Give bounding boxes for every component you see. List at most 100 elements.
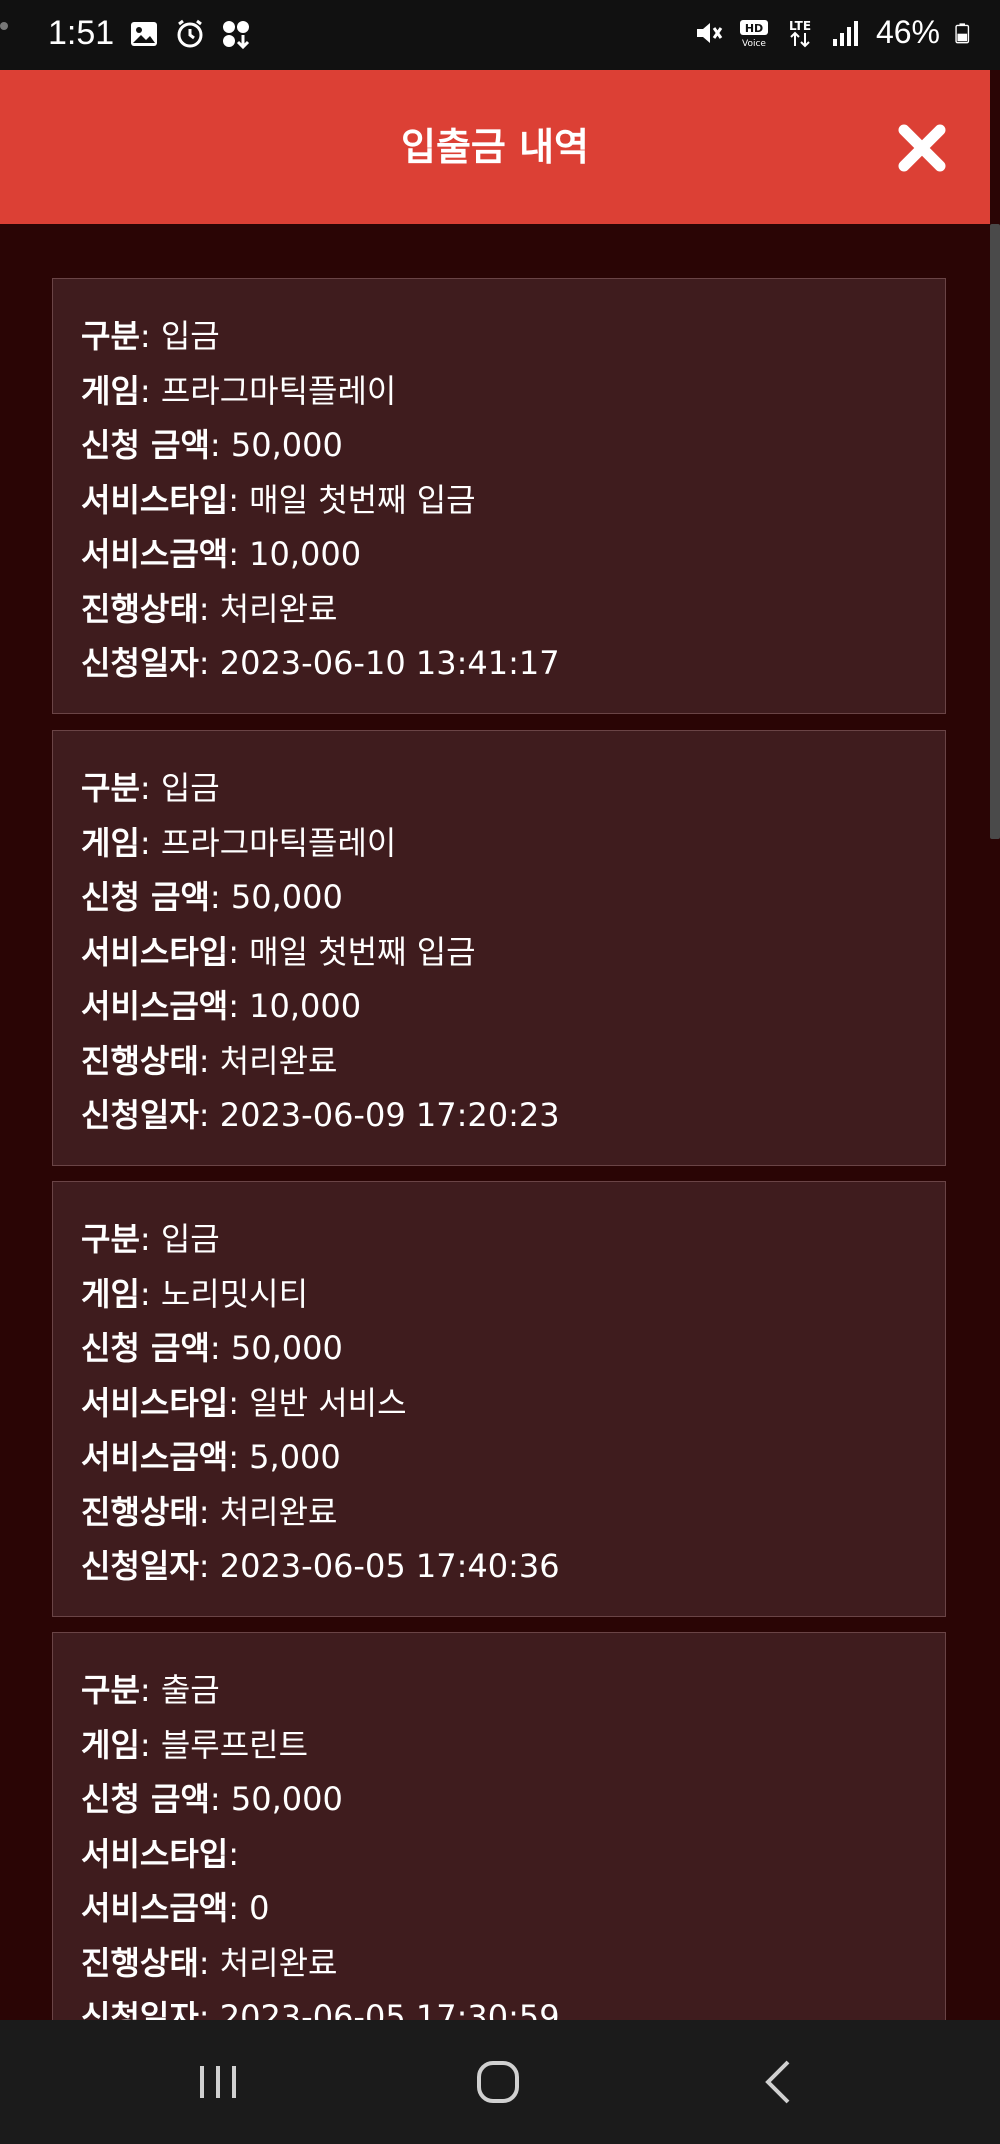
label-status: 진행상태 xyxy=(81,1492,199,1531)
transaction-list[interactable]: 구분: 입금 게임: 프라그마틱플레이 신청 금액: 50,000 서비스타입:… xyxy=(0,224,990,2020)
battery-icon xyxy=(955,22,970,43)
value-amount: 50,000 xyxy=(230,1329,343,1367)
label-date: 신청일자 xyxy=(81,644,199,682)
status-left: 1:51 xyxy=(34,14,252,53)
value-service-amount: 10,000 xyxy=(249,535,362,573)
value-game: 노리밋시티 xyxy=(160,1274,309,1313)
row-status: 진행상태: 처리완료 xyxy=(81,1041,338,1080)
row-service-type: 서비스타입: xyxy=(81,1834,239,1873)
close-icon[interactable] xyxy=(896,122,948,174)
home-icon[interactable] xyxy=(468,2052,528,2112)
value-game: 프라그마틱플레이 xyxy=(160,823,397,862)
alarm-icon xyxy=(177,19,203,47)
label-service-type: 서비스타입 xyxy=(81,480,229,519)
label-game: 게임 xyxy=(81,1274,140,1313)
label-service-amount: 서비스금액 xyxy=(81,1438,229,1476)
transaction-card: 구분: 입금 게임: 노리밋시티 신청 금액: 50,000 서비스타입: 일반… xyxy=(52,1181,946,1617)
value-amount: 50,000 xyxy=(230,878,343,916)
label-date: 신청일자 xyxy=(81,1096,199,1134)
value-amount: 50,000 xyxy=(230,1780,343,1818)
value-type: 입금 xyxy=(160,317,220,355)
transaction-card: 구분: 입금 게임: 프라그마틱플레이 신청 금액: 50,000 서비스타입:… xyxy=(52,730,946,1166)
value-status: 처리완료 xyxy=(219,1943,338,1982)
back-icon[interactable] xyxy=(750,2052,810,2112)
value-service-type: 매일 첫번째 입금 xyxy=(249,480,476,519)
label-amount: 신청 금액 xyxy=(81,426,210,464)
label-service-amount: 서비스금액 xyxy=(81,987,229,1025)
notification-dot xyxy=(0,22,8,30)
svg-text:LTE: LTE xyxy=(789,19,811,33)
value-game: 프라그마틱플레이 xyxy=(160,371,397,410)
row-status: 진행상태: 처리완료 xyxy=(81,1492,338,1531)
row-type: 구분: 출금 xyxy=(81,1671,220,1709)
label-status: 진행상태 xyxy=(81,1943,199,1982)
label-game: 게임 xyxy=(81,371,140,410)
row-game: 게임: 프라그마틱플레이 xyxy=(81,371,397,410)
svg-text:HD: HD xyxy=(745,22,763,35)
row-status: 진행상태: 처리완료 xyxy=(81,1943,338,1982)
transaction-card: 구분: 출금 게임: 블루프린트 신청 금액: 50,000 서비스타입: 서비… xyxy=(52,1632,946,2020)
label-service-type: 서비스타입 xyxy=(81,1383,229,1422)
row-amount: 신청 금액: 50,000 xyxy=(81,1329,343,1367)
row-game: 게임: 프라그마틱플레이 xyxy=(81,823,397,862)
scrollbar-thumb[interactable] xyxy=(990,224,1000,839)
row-service-amount: 서비스금액: 5,000 xyxy=(81,1438,341,1476)
image-icon xyxy=(131,21,158,46)
recents-icon[interactable] xyxy=(188,2052,248,2112)
value-service-type: 일반 서비스 xyxy=(249,1383,407,1422)
row-amount: 신청 금액: 50,000 xyxy=(81,426,343,464)
row-type: 구분: 입금 xyxy=(81,317,220,355)
row-game: 게임: 블루프린트 xyxy=(81,1725,309,1764)
value-type: 입금 xyxy=(160,769,220,807)
value-service-amount: 5,000 xyxy=(249,1438,341,1476)
label-date: 신청일자 xyxy=(81,1547,199,1585)
value-type: 출금 xyxy=(160,1671,220,1709)
value-date: 2023-06-05 17:40:36 xyxy=(219,1547,560,1585)
value-date: 2023-06-09 17:20:23 xyxy=(219,1096,560,1134)
label-type: 구분 xyxy=(81,1671,140,1709)
label-date: 신청일자 xyxy=(81,1998,199,2020)
row-service-amount: 서비스금액: 0 xyxy=(81,1889,270,1927)
label-game: 게임 xyxy=(81,823,140,862)
row-date: 신청일자: 2023-06-10 13:41:17 xyxy=(81,644,560,682)
value-status: 처리완료 xyxy=(219,1492,338,1531)
row-service-amount: 서비스금액: 10,000 xyxy=(81,535,362,573)
label-service-type: 서비스타입 xyxy=(81,932,229,971)
row-date: 신청일자: 2023-06-09 17:20:23 xyxy=(81,1096,560,1134)
label-service-amount: 서비스금액 xyxy=(81,535,229,573)
value-game: 블루프린트 xyxy=(160,1725,309,1764)
row-game: 게임: 노리밋시티 xyxy=(81,1274,309,1313)
row-service-amount: 서비스금액: 10,000 xyxy=(81,987,362,1025)
label-service-type: 서비스타입 xyxy=(81,1834,229,1873)
value-service-amount: 10,000 xyxy=(249,987,362,1025)
row-service-type: 서비스타입: 일반 서비스 xyxy=(81,1383,407,1422)
label-type: 구분 xyxy=(81,317,140,355)
hd-voice-icon: HD Voice xyxy=(739,19,768,49)
value-service-type: 매일 첫번째 입금 xyxy=(249,932,476,971)
label-status: 진행상태 xyxy=(81,1041,199,1080)
lte-icon: LTE xyxy=(789,19,811,47)
system-nav-bar xyxy=(0,2020,1000,2144)
app-notification-icon xyxy=(223,20,250,49)
row-service-type: 서비스타입: 매일 첫번째 입금 xyxy=(81,480,476,519)
signal-icon xyxy=(832,20,858,46)
row-date: 신청일자: 2023-06-05 17:30:59 xyxy=(81,1990,917,2020)
row-type: 구분: 입금 xyxy=(81,1220,220,1258)
value-date: 2023-06-10 13:41:17 xyxy=(219,644,560,682)
label-amount: 신청 금액 xyxy=(81,878,210,916)
mute-icon xyxy=(696,22,723,43)
value-service-amount: 0 xyxy=(249,1889,270,1927)
label-game: 게임 xyxy=(81,1725,140,1764)
row-amount: 신청 금액: 50,000 xyxy=(81,1780,343,1818)
row-status: 진행상태: 처리완료 xyxy=(81,589,338,628)
value-status: 처리완료 xyxy=(219,589,338,628)
battery-percent: 46% xyxy=(875,14,940,50)
label-type: 구분 xyxy=(81,1220,140,1258)
value-date: 2023-06-05 17:30:59 xyxy=(219,1998,560,2020)
row-type: 구분: 입금 xyxy=(81,769,220,807)
value-type: 입금 xyxy=(160,1220,220,1258)
label-amount: 신청 금액 xyxy=(81,1329,210,1367)
label-amount: 신청 금액 xyxy=(81,1780,210,1818)
transaction-card: 구분: 입금 게임: 프라그마틱플레이 신청 금액: 50,000 서비스타입:… xyxy=(52,278,946,714)
page-title: 입출금 내역 xyxy=(400,125,590,169)
